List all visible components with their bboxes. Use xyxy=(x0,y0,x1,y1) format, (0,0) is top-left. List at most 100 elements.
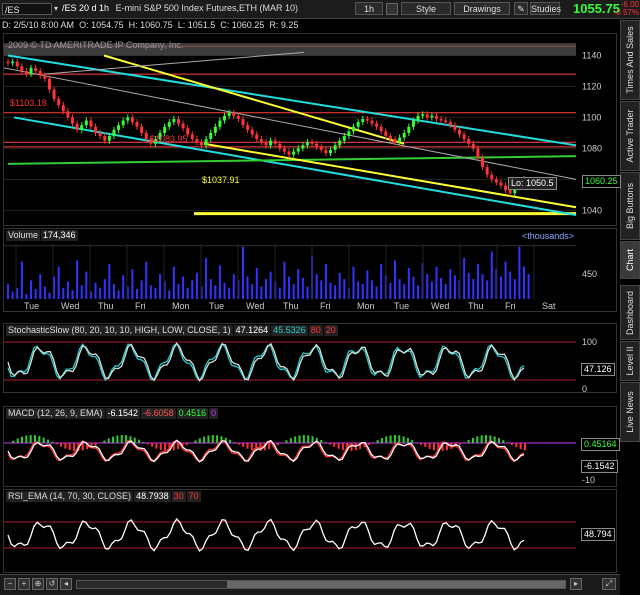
macd-histogram-bar xyxy=(38,436,40,443)
volume-bar xyxy=(403,284,405,299)
tab-chart[interactable]: Chart xyxy=(620,241,640,279)
crosshair-icon[interactable]: ⊕ xyxy=(32,578,44,590)
tab-live-news[interactable]: Live News xyxy=(620,382,640,442)
macd-histogram-bar xyxy=(242,443,244,447)
candle-body xyxy=(499,182,502,185)
volume-bar xyxy=(435,267,437,299)
candle-body xyxy=(403,133,406,138)
rsi-label: RSI_EMA (14, 70, 30, CLOSE) xyxy=(6,491,133,502)
candle-body xyxy=(329,150,332,153)
volume-bar xyxy=(523,267,525,299)
candle-body xyxy=(481,158,484,167)
tab-level-ii[interactable]: Level II xyxy=(620,341,640,381)
tab-times-and-sales[interactable]: Times And Sales xyxy=(620,20,640,100)
rsi-chart[interactable] xyxy=(4,490,616,572)
price-axis-label: 1080 xyxy=(582,143,602,153)
candle-body xyxy=(495,179,498,182)
macd-histogram-bar xyxy=(233,442,235,443)
zoom-out-icon[interactable]: − xyxy=(4,578,16,590)
macd-histogram-bar xyxy=(485,435,487,443)
volume-bar xyxy=(389,283,391,299)
macd-histogram-bar xyxy=(64,443,66,449)
volume-bar xyxy=(408,268,410,299)
macd-histogram-bar xyxy=(472,438,474,443)
volume-bar xyxy=(150,285,152,299)
candle-body xyxy=(398,138,401,143)
volume-bar xyxy=(399,279,401,299)
volume-label: Volume xyxy=(6,230,40,241)
day-label: Fri xyxy=(135,301,146,311)
macd-histogram-bar xyxy=(394,435,396,443)
macd-histogram-bar xyxy=(112,437,114,443)
level-label-b: $1083.95 xyxy=(150,134,188,144)
macd-histogram-bar xyxy=(12,441,14,443)
candle-body xyxy=(251,130,254,135)
candle-body xyxy=(177,119,180,124)
volume-bar xyxy=(210,279,212,299)
quote-line: /ES 20 d 1h E-mini S&P 500 Index Futures… xyxy=(62,3,298,13)
volume-bar xyxy=(330,283,332,299)
price-chart[interactable]: 114011201100108010601040 xyxy=(4,34,616,225)
stochastic-v1: 47.1264 xyxy=(234,325,271,336)
expand-icon[interactable]: ⤢ xyxy=(602,578,616,590)
interval-button[interactable]: 1h xyxy=(355,2,383,15)
volume-bar xyxy=(380,264,382,299)
dropdown-icon[interactable]: ▾ xyxy=(54,4,58,13)
volume-bar xyxy=(412,277,414,299)
gear-icon[interactable] xyxy=(386,3,398,15)
tab-big-buttons[interactable]: Big Buttons xyxy=(620,172,640,240)
volume-chart[interactable]: TueWedThuFriMonTueWedThuFriMonTueWedThuF… xyxy=(4,229,616,311)
scroll-left-icon[interactable]: ◂ xyxy=(60,578,72,590)
volume-bar xyxy=(449,269,451,299)
macd-histogram-bar xyxy=(121,435,123,443)
volume-bar xyxy=(16,288,18,299)
scroll-right-icon[interactable]: ▸ xyxy=(570,578,582,590)
style-button[interactable]: Style xyxy=(401,2,451,15)
candle-body xyxy=(278,144,281,149)
macd-histogram-bar xyxy=(468,440,470,443)
volume-bar xyxy=(320,280,322,299)
candle-body xyxy=(449,122,452,125)
scrollbar-thumb[interactable] xyxy=(227,581,565,588)
volume-bar xyxy=(297,269,299,299)
tab-active-trader[interactable]: Active Trader xyxy=(620,101,640,171)
candle-body xyxy=(53,90,56,99)
volume-bar xyxy=(72,290,74,299)
volume-panel[interactable]: TueWedThuFriMonTueWedThuFriMonTueWedThuF… xyxy=(3,228,617,312)
volume-bar xyxy=(251,284,253,299)
candle-body xyxy=(306,142,309,145)
pencil-icon[interactable]: ✎ xyxy=(514,2,528,15)
volume-bar xyxy=(518,247,520,299)
volume-bar xyxy=(44,287,46,299)
day-label: Tue xyxy=(394,301,409,311)
quote-readout: D: 2/5/10 8:00 AM O: 1054.75 H: 1060.75 … xyxy=(2,20,362,32)
volume-bar xyxy=(486,280,488,299)
stochastic-panel[interactable]: StochasticSlow (80, 20, 10, 10, HIGH, LO… xyxy=(3,323,617,393)
candle-body xyxy=(140,127,143,133)
candle-body xyxy=(343,136,346,141)
macd-v2: -6.6058 xyxy=(141,408,176,419)
time-scrollbar[interactable] xyxy=(76,580,566,589)
drawings-button[interactable]: Drawings xyxy=(454,2,510,15)
studies-button[interactable]: Studies xyxy=(530,2,560,15)
candle-body xyxy=(347,131,350,136)
candle-body xyxy=(334,145,337,150)
reset-icon[interactable]: ↺ xyxy=(46,578,58,590)
macd-histogram-bar xyxy=(199,438,201,443)
candle-body xyxy=(361,119,364,122)
price-panel[interactable]: 114011201100108010601040 2009 © TD AMERI… xyxy=(3,33,617,226)
macd-histogram-bar xyxy=(498,438,500,443)
tab-dashboard[interactable]: Dashboard xyxy=(620,285,640,340)
candle-body xyxy=(297,148,300,151)
macd-histogram-bar xyxy=(511,443,513,445)
macd-panel[interactable]: MACD (12, 26, 9, EMA)-6.1542-6.60580.451… xyxy=(3,406,617,487)
candle-body xyxy=(94,127,97,133)
candle-body xyxy=(260,139,263,142)
stoch-axis-100: 100 xyxy=(582,337,597,347)
symbol-input[interactable]: /ES xyxy=(2,3,52,15)
zoom-in-icon[interactable]: + xyxy=(18,578,30,590)
volume-bar xyxy=(509,272,511,299)
rsi-panel[interactable]: RSI_EMA (14, 70, 30, CLOSE)48.79383070 4… xyxy=(3,489,617,573)
volume-bar xyxy=(500,277,502,299)
volume-bar xyxy=(173,267,175,299)
